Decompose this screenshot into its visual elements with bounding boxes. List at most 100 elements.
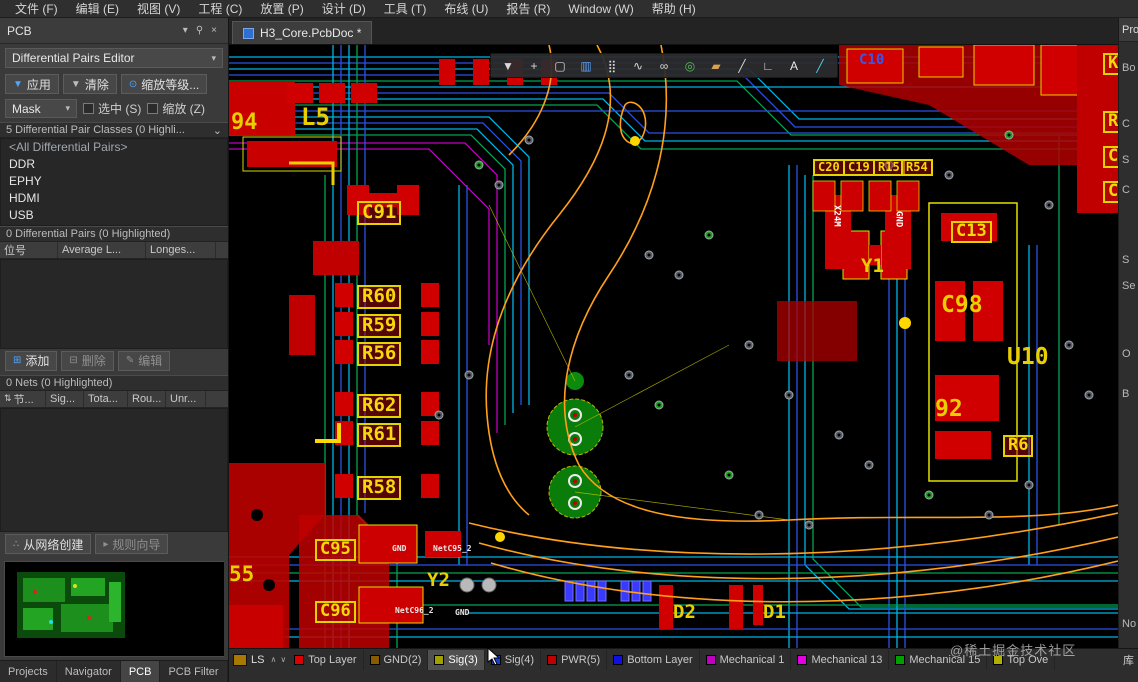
menu-item-c[interactable]: 工程 (C) (189, 0, 251, 17)
nets-column[interactable]: ⇅ 节... (0, 390, 46, 407)
text-icon[interactable]: A (783, 56, 805, 76)
line-icon[interactable]: ╱ (809, 56, 831, 76)
layer-tab-gnd-2-[interactable]: GND(2) (364, 649, 429, 670)
layer-tab-sig-4-[interactable]: Sig(4) (485, 649, 542, 670)
properties-fragment: S (1122, 254, 1130, 266)
layer-tab-label: Mechanical 1 (719, 653, 785, 666)
apply-button[interactable]: ▼ 应用 (5, 74, 59, 94)
via-icon[interactable]: ◎ (679, 56, 701, 76)
menu-item-u[interactable]: 布线 (U) (435, 0, 497, 17)
layer-tab-pwr-5-[interactable]: PWR(5) (541, 649, 608, 670)
nets-column[interactable]: Sig... (46, 390, 84, 407)
menu-item-h[interactable]: 帮助 (H) (643, 0, 705, 17)
filter-icon[interactable]: ▼ (497, 56, 519, 76)
nets-header[interactable]: 0 Nets (0 Highlighted) (0, 374, 228, 391)
panel-close-icon[interactable]: × (207, 25, 221, 36)
menu-item-r[interactable]: 报告 (R) (497, 0, 559, 17)
pairs-column[interactable]: Longes... (146, 242, 216, 258)
add-pair-button[interactable]: ⊞ 添加 (5, 350, 58, 371)
knife-icon[interactable]: ╱ (731, 56, 753, 76)
magnifier-icon: ⊙ (128, 78, 138, 90)
class-item[interactable]: USB (1, 207, 227, 224)
layer-tab-sig-3-[interactable]: Sig(3) (428, 649, 485, 670)
panel-pin-icon[interactable]: ⚲ (192, 25, 207, 36)
panel-tab-pcb[interactable]: PCB (120, 661, 161, 682)
properties-fragment: C (1122, 184, 1130, 196)
create-net-icon: ∴ (13, 538, 20, 550)
nets-list[interactable] (0, 407, 228, 532)
clear-button[interactable]: ▼ 清除 (62, 74, 117, 94)
current-layer-chip (233, 653, 247, 666)
nets-column[interactable]: Tota... (84, 390, 128, 407)
menu-item-e[interactable]: 编辑 (E) (67, 0, 128, 17)
measure-icon[interactable]: ∟ (757, 56, 779, 76)
panel-tab-navigator[interactable]: Navigator (57, 661, 121, 682)
menu-item-f[interactable]: 文件 (F) (6, 0, 67, 17)
properties-panel-strip[interactable]: Pro Bo C S C S Se O B No (1118, 18, 1138, 648)
classes-header[interactable]: 5 Differential Pair Classes (0 Highli...… (0, 122, 228, 138)
pcb-canvas[interactable]: 94 L5 C91 R60 R59 R56 R62 R61 R58 C95 C96 55 Y2 C13 C9… (229, 45, 1118, 648)
properties-fragment: B (1122, 388, 1130, 400)
select-checkbox-box (83, 103, 94, 114)
class-item[interactable]: <All Differential Pairs> (1, 139, 227, 156)
menu-item-t[interactable]: 工具 (T) (375, 0, 436, 17)
class-item[interactable]: HDMI (1, 190, 227, 207)
properties-fragment: Se (1122, 280, 1136, 292)
layer-tab-top-layer[interactable]: Top Layer (288, 649, 364, 670)
panel-tab-projects[interactable]: Projects (0, 661, 57, 682)
polygon-icon[interactable]: ▰ (705, 56, 727, 76)
zoom-level-button[interactable]: ⊙ 缩放等级... (120, 74, 208, 94)
layer-color-chip (547, 654, 558, 665)
add-icon[interactable]: + (523, 56, 545, 76)
layer-tab-mechanical-1[interactable]: Mechanical 1 (700, 649, 792, 670)
edit-icon: ✎ (125, 355, 135, 366)
properties-fragment: Bo (1122, 62, 1136, 74)
layer-color-chip (490, 654, 501, 665)
nets-column[interactable]: Unr... (166, 390, 206, 407)
select-checkbox[interactable]: 选中 (S) (83, 100, 141, 117)
panel-tab-pcb-filter[interactable]: PCB Filter (160, 661, 228, 682)
zoom-checkbox[interactable]: 缩放 (Z) (147, 100, 205, 117)
pairs-column[interactable]: 位号 (0, 242, 58, 258)
mask-select[interactable]: Mask ▾ (5, 99, 77, 118)
board-preview-thumbnail (5, 562, 224, 656)
differential-pair-classes-list: <All Differential Pairs> DDR EPHY HDMI USB (0, 138, 228, 226)
edit-pair-button[interactable]: ✎ 编辑 (117, 350, 171, 371)
layer-set-label[interactable]: LS (251, 654, 264, 666)
pairs-column[interactable]: Average L... (58, 242, 146, 258)
panel-bottom-tabs: Projects Navigator PCB PCB Filter (0, 660, 228, 682)
nets-column[interactable]: Rou... (128, 390, 166, 407)
chart-icon[interactable]: ▥ (575, 56, 597, 76)
status-filler (229, 670, 1138, 682)
menu-item-v[interactable]: 视图 (V) (128, 0, 189, 17)
rule-wizard-button[interactable]: ▸ 规则向导 (95, 534, 169, 554)
library-panel-tab[interactable]: 库 (1119, 652, 1138, 668)
delete-pair-button[interactable]: ⊟ 删除 (61, 350, 114, 371)
layer-color-chip (895, 654, 906, 665)
layer-scroll-down-icon[interactable]: ∨ (278, 655, 288, 664)
document-tab-bar: H3_Core.PcbDoc * (229, 18, 1138, 45)
watermark: @稀土掘金技术社区 (950, 643, 1077, 658)
select-rect-icon[interactable]: ▢ (549, 56, 571, 76)
pairs-list[interactable] (0, 259, 228, 349)
menu-item-windoww[interactable]: Window (W) (559, 2, 642, 16)
diff-pair-icon[interactable]: ∿ (627, 56, 649, 76)
menu-item-p[interactable]: 放置 (P) (251, 0, 312, 17)
document-tab[interactable]: H3_Core.PcbDoc * (232, 21, 373, 44)
class-item[interactable]: EPHY (1, 173, 227, 190)
editor-mode-select[interactable]: Differential Pairs Editor ▾ (5, 48, 223, 68)
class-item[interactable]: DDR (1, 156, 227, 173)
pairs-header[interactable]: 0 Differential Pairs (0 Highlighted) (0, 226, 228, 242)
menu-bar: 文件 (F) 编辑 (E) 视图 (V) 工程 (C) 放置 (P) 设计 (D) 工具 (… (0, 0, 1138, 18)
menu-item-d[interactable]: 设计 (D) (313, 0, 375, 17)
panel-dropdown-icon[interactable]: ▾ (179, 25, 192, 36)
layer-tab-mechanical-13[interactable]: Mechanical 13 (791, 649, 890, 670)
properties-panel-tab[interactable]: Pro (1119, 18, 1138, 42)
board-preview[interactable] (4, 561, 224, 657)
pcb-artwork (229, 45, 1118, 648)
layer-tab-bottom-layer[interactable]: Bottom Layer (607, 649, 700, 670)
create-from-net-button[interactable]: ∴ 从网络创建 (5, 534, 92, 554)
loops-icon[interactable]: ∞ (653, 56, 675, 76)
layer-scroll-up-icon[interactable]: ∧ (268, 655, 278, 664)
dots-grid-icon[interactable]: ⣿ (601, 56, 623, 76)
